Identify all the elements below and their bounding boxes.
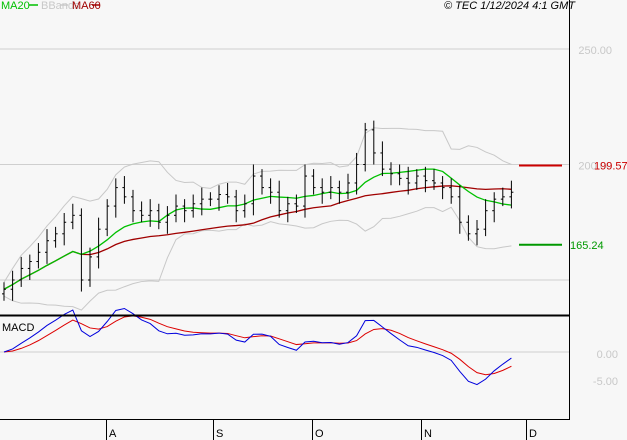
ohlc-bar	[457, 185, 462, 234]
ohlc-bar	[174, 194, 178, 223]
ohlc-bar	[199, 187, 204, 216]
bband-lower	[3, 206, 512, 311]
ohlc-bar	[285, 196, 290, 223]
macd-tick-label: -5.00	[593, 376, 618, 388]
macd-line	[3, 307, 512, 386]
level-label: 199.57	[594, 160, 627, 172]
ohlc-bar	[440, 176, 445, 200]
ohlc-bar	[320, 178, 325, 204]
ohlc-bar	[466, 215, 471, 241]
month-label: D	[529, 428, 537, 440]
legend: MA20 BBands MA60	[1, 0, 101, 12]
ohlc-bar	[475, 219, 479, 246]
ohlc-bar	[242, 194, 247, 218]
ohlc-bar	[208, 192, 213, 207]
ohlc-bar	[509, 180, 514, 209]
ohlc-bar	[70, 203, 75, 230]
ma60-line	[3, 185, 512, 290]
ohlc-bar	[268, 178, 273, 204]
ohlc-bar	[380, 141, 385, 177]
month-label: N	[424, 428, 432, 440]
ohlc-bar	[337, 180, 342, 204]
ohlc-bar	[260, 169, 264, 195]
ohlc-bar	[36, 243, 41, 269]
macd-signal-line	[3, 315, 512, 376]
legend-ma20: MA20	[1, 0, 30, 12]
bband-upper	[3, 127, 512, 283]
ohlc-bar	[148, 199, 153, 227]
month-label: O	[315, 428, 324, 440]
month-label: A	[109, 428, 117, 440]
ohlc-bar	[131, 189, 135, 223]
ohlc-bar	[53, 226, 58, 248]
month-label: S	[216, 428, 223, 440]
ohlc-bar	[414, 169, 419, 190]
ohlc-bar	[62, 213, 67, 246]
ohlc-bar	[311, 169, 316, 195]
macd-title: MACD	[2, 322, 34, 334]
level-label: 165.24	[570, 240, 604, 252]
ohlc-bar	[397, 164, 402, 186]
ohlc-bar	[371, 120, 376, 165]
ohlc-bar	[328, 176, 333, 200]
ohlc-bar	[165, 206, 170, 234]
ohlc-bar	[277, 180, 282, 218]
ohlc-bar	[122, 176, 127, 204]
stock-chart: MA20 BBands MA60 © TEC 1/12/2024 4:1 GMT…	[0, 0, 627, 440]
ohlc-bar	[139, 201, 144, 223]
ohlc-bar	[105, 199, 110, 237]
ohlc-bar	[19, 256, 24, 287]
ohlc-bar	[449, 178, 454, 204]
ohlc-bar	[88, 247, 92, 287]
ohlc-bar	[182, 199, 187, 223]
ohlc-bar	[156, 203, 161, 230]
ohlc-bar	[225, 182, 230, 204]
copyright: © TEC 1/12/2024 4:1 GMT	[444, 0, 576, 12]
ohlc-bar	[45, 229, 49, 264]
ohlc-bar	[483, 199, 488, 237]
legend-ma60: MA60	[72, 0, 101, 12]
ohlc-bar	[79, 208, 84, 292]
ohlc-bar	[346, 173, 350, 200]
price-tick-label: 250.00	[578, 45, 612, 57]
ohlc-bar	[492, 192, 497, 223]
ohlc-bar	[113, 178, 118, 218]
ohlc-bar	[96, 217, 101, 269]
chart-container: MA20 BBands MA60 © TEC 1/12/2024 4:1 GMT…	[0, 0, 627, 440]
ohlc-bar	[251, 164, 256, 216]
ohlc-bar	[2, 282, 6, 301]
macd-tick-label: 0.00	[597, 349, 618, 361]
ohlc-bar	[191, 194, 196, 218]
